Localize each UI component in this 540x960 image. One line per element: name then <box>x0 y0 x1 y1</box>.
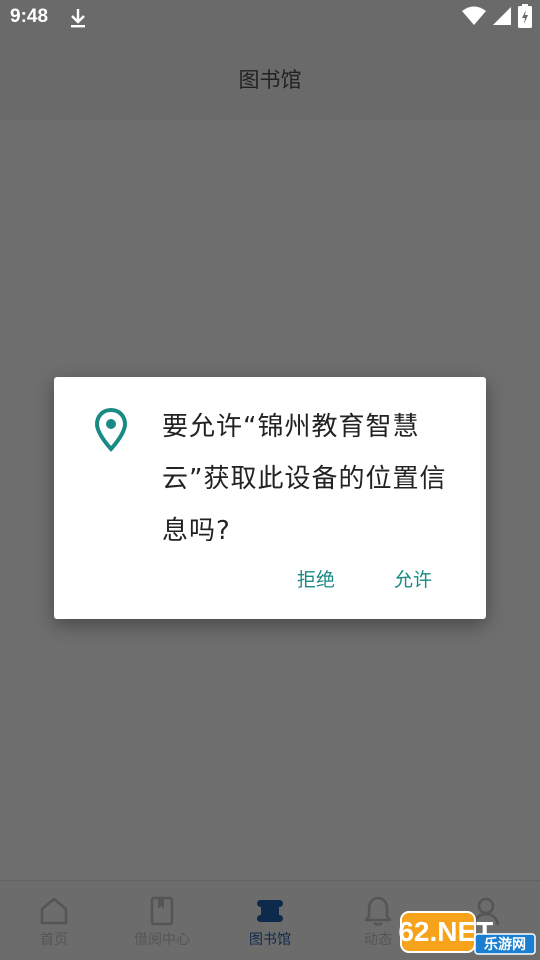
bell-icon <box>362 895 394 927</box>
dialog-message: 要允许“锦州教育智慧云”获取此设备的位置信息吗? <box>162 412 447 546</box>
allow-button[interactable]: 允许 <box>394 565 432 592</box>
watermark-sub: 乐游网 <box>484 936 526 953</box>
location-pin-icon <box>94 407 128 453</box>
status-icons <box>462 4 532 32</box>
watermark-logo: 962.NET 乐游网 <box>383 908 537 956</box>
nav-label-home: 首页 <box>40 932 68 948</box>
status-time: 9:48 <box>10 6 49 27</box>
library-icon <box>254 895 286 927</box>
book-icon <box>146 895 178 927</box>
download-icon <box>68 7 88 29</box>
wifi-icon <box>462 6 486 30</box>
battery-icon <box>518 4 532 32</box>
nav-label-library: 图书馆 <box>249 932 291 948</box>
home-icon <box>38 895 70 927</box>
deny-button[interactable]: 拒绝 <box>297 565 335 592</box>
signal-icon <box>492 6 512 30</box>
status-bar: 9:48 <box>0 0 540 36</box>
nav-item-home[interactable]: 首页 <box>4 881 104 960</box>
app-header: 图书馆 <box>0 36 540 120</box>
page-title: 图书馆 <box>238 68 302 92</box>
nav-item-library[interactable]: 图书馆 <box>220 881 320 960</box>
nav-label-borrow-center: 借阅中心 <box>134 932 190 948</box>
nav-item-borrow-center[interactable]: 借阅中心 <box>112 881 212 960</box>
location-permission-dialog: 要允许“锦州教育智慧云”获取此设备的位置信息吗? 拒绝 允许 <box>54 377 486 619</box>
